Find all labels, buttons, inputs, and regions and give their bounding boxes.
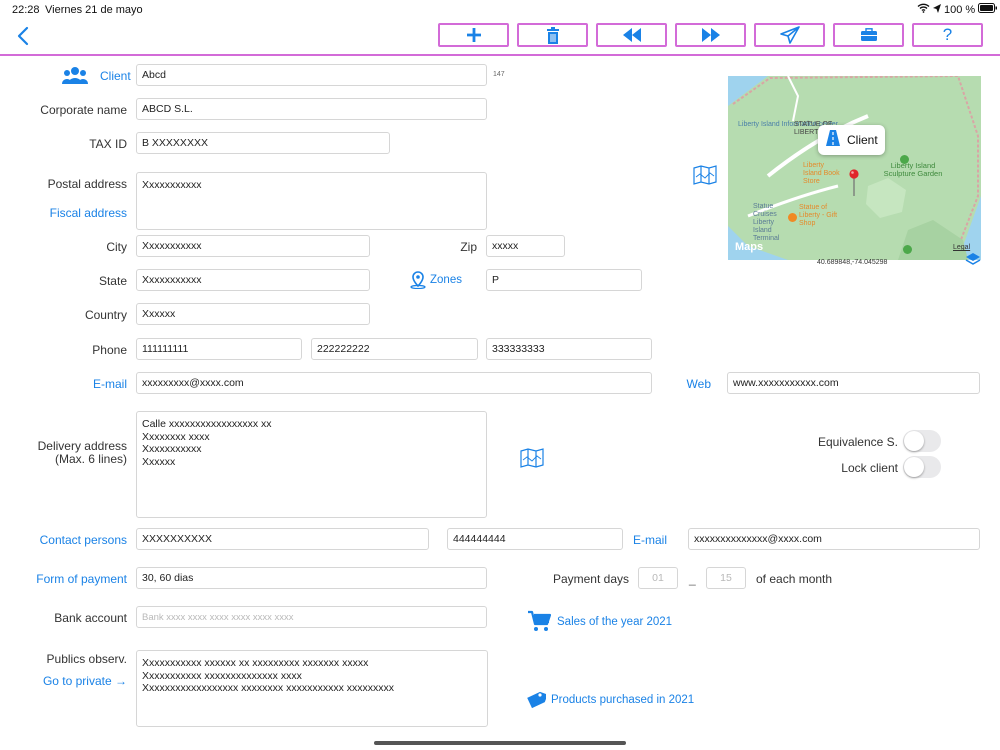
phone-field-3[interactable]: 333333333 (486, 338, 652, 360)
web-link[interactable]: Web (687, 377, 711, 391)
status-time: 22:28 (12, 4, 40, 16)
tax-field[interactable]: B XXXXXXXX (136, 132, 390, 154)
status-date: Viernes 21 de mayo (45, 4, 143, 16)
email-field[interactable]: xxxxxxxxx@xxxx.com (136, 372, 652, 394)
cart-icon[interactable] (527, 610, 552, 637)
phone-field-1[interactable]: 111111111 (136, 338, 302, 360)
go-to-private-link[interactable]: Go to private → (43, 674, 127, 688)
payment-form-field[interactable]: 30, 60 dias (136, 567, 487, 589)
sales-of-year-link[interactable]: Sales of the year 2021 (557, 616, 672, 628)
payment-days-label: Payment days (552, 572, 629, 586)
lock-client-toggle[interactable] (903, 456, 941, 478)
products-purchased-link[interactable]: Products purchased in 2021 (551, 694, 694, 706)
toolbar-divider (0, 54, 1000, 56)
map-icon[interactable] (693, 165, 717, 190)
contact-name-field[interactable]: XXXXXXXXXX (136, 528, 429, 550)
client-road-icon (825, 129, 841, 152)
client-map[interactable]: Liberty Island Information center STATUE… (728, 76, 981, 260)
maps-logo: Maps (735, 241, 764, 253)
paper-plane-icon (779, 26, 800, 44)
phone-field-2[interactable]: 222222222 (311, 338, 478, 360)
tag-icon[interactable] (526, 690, 548, 715)
layers-icon[interactable] (965, 252, 981, 271)
previous-button[interactable] (596, 23, 667, 47)
equivalence-label: Equivalence S. (817, 435, 898, 449)
payment-days-separator: _ (689, 572, 696, 586)
add-button[interactable] (438, 23, 509, 47)
zones-field[interactable]: P (486, 269, 642, 291)
city-field[interactable]: Xxxxxxxxxxx (136, 235, 370, 257)
country-label: Country (84, 308, 127, 322)
phone-label: Phone (92, 343, 127, 357)
client-number: 147 (493, 71, 505, 78)
map-callout[interactable]: Client (818, 125, 885, 155)
contact-phone-field[interactable]: 444444444 (447, 528, 623, 550)
lock-client-label: Lock client (841, 461, 898, 475)
delete-button[interactable] (517, 23, 588, 47)
state-field[interactable]: Xxxxxxxxxxx (136, 269, 370, 291)
map-place-garden: Liberty Island Sculpture Garden (883, 161, 943, 178)
equivalence-toggle[interactable] (903, 430, 941, 452)
battery-percent: 100 % (944, 3, 976, 16)
form-of-payment-link[interactable]: Form of payment (36, 572, 127, 586)
wifi-icon (917, 3, 930, 16)
payment-day-2-field[interactable]: 15 (706, 567, 746, 589)
map-coordinates: 40.689848,-74.045298 (817, 259, 888, 266)
briefcase-icon (860, 28, 877, 41)
users-icon (62, 66, 88, 89)
contact-persons-link[interactable]: Contact persons (40, 533, 127, 547)
shop-icon (788, 209, 797, 227)
trash-icon (546, 26, 559, 44)
map-place-bookstore: Liberty Island Book Store (803, 162, 840, 185)
corporate-label: Corporate name (40, 103, 127, 117)
client-label[interactable]: Client (100, 69, 131, 83)
of-each-month-label: of each month (756, 572, 833, 586)
postal-label: Postal address (47, 177, 127, 191)
question-icon: ? (942, 25, 953, 44)
state-label: State (98, 274, 127, 288)
corporate-field[interactable]: ABCD S.L. (136, 98, 487, 120)
delivery-map-icon[interactable] (520, 448, 544, 473)
delivery-label-2: (Max. 6 lines) (54, 452, 127, 466)
battery-icon (978, 3, 998, 16)
delivery-label-1: Delivery address (37, 439, 127, 453)
fast-forward-icon (701, 28, 720, 42)
home-indicator[interactable] (374, 741, 626, 745)
plus-icon (466, 28, 481, 42)
payment-day-1-field[interactable]: 01 (638, 567, 678, 589)
map-pin-icon[interactable] (849, 169, 859, 202)
send-button[interactable] (754, 23, 825, 47)
fiscal-address-link[interactable]: Fiscal address (50, 206, 127, 220)
bank-account-field[interactable]: Bank xxxx xxxx xxxx xxxx xxxx xxxx (136, 606, 487, 628)
web-field[interactable]: www.xxxxxxxxxxx.com (727, 372, 980, 394)
zones-link[interactable]: Zones (430, 274, 462, 286)
map-legal-link[interactable]: Legal (953, 244, 970, 251)
bank-account-label: Bank account (54, 611, 127, 625)
park-icon (903, 241, 912, 259)
status-indicators: 100 % (917, 3, 998, 16)
country-field[interactable]: Xxxxxx (136, 303, 370, 325)
zip-field[interactable]: xxxxx (486, 235, 565, 257)
contact-email-link[interactable]: E-mail (633, 533, 667, 547)
next-button[interactable] (675, 23, 746, 47)
contact-email-field[interactable]: xxxxxxxxxxxxxx@xxxx.com (688, 528, 980, 550)
back-icon[interactable] (14, 25, 34, 47)
zip-label: Zip (460, 240, 477, 254)
help-button[interactable]: ? (912, 23, 983, 47)
client-field[interactable]: Abcd (136, 64, 487, 86)
delivery-field[interactable]: Calle xxxxxxxxxxxxxxxxx xx Xxxxxxxx xxxx… (136, 411, 487, 518)
public-observ-field[interactable]: Xxxxxxxxxxx xxxxxx xx xxxxxxxxx xxxxxxx … (136, 650, 488, 727)
briefcase-button[interactable] (833, 23, 904, 47)
tax-label: TAX ID (89, 137, 127, 151)
postal-field[interactable]: Xxxxxxxxxxx (136, 172, 487, 230)
map-place-giftshop: Statue of Liberty - Gift Shop (799, 204, 838, 227)
rewind-icon (622, 28, 641, 42)
map-place-terminal: Statue Cruises Liberty Island Terminal (753, 203, 780, 242)
city-label: City (106, 240, 127, 254)
map-callout-label: Client (847, 133, 878, 147)
public-observ-label: Publics observ. (46, 652, 127, 666)
email-link[interactable]: E-mail (93, 377, 127, 391)
location-pin-icon[interactable] (409, 271, 427, 294)
location-icon (933, 3, 941, 16)
